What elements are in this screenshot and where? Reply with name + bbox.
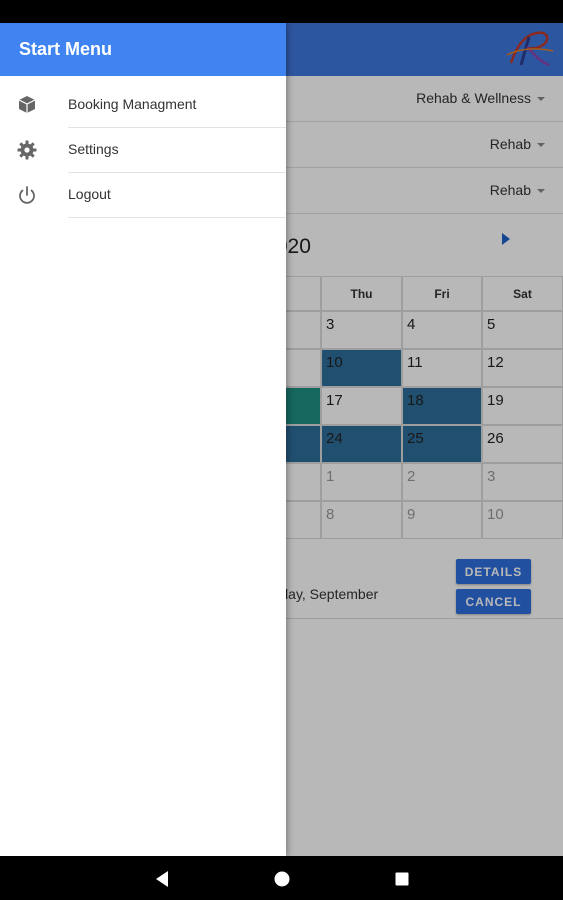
recent-square-icon — [395, 872, 409, 886]
drawer-title: Start Menu — [19, 39, 113, 59]
back-button[interactable] — [151, 868, 173, 890]
menu-item-label: Logout — [68, 186, 111, 202]
cube-icon — [18, 96, 36, 113]
power-icon — [19, 186, 35, 204]
system-navigation-bar — [0, 856, 563, 900]
menu-item-label: Booking Managment — [68, 96, 197, 112]
menu-item-settings[interactable]: Settings — [0, 128, 286, 173]
status-bar — [0, 0, 563, 23]
drawer-header: Start Menu — [0, 23, 286, 76]
menu-item-label: Settings — [68, 141, 119, 157]
home-circle-icon — [274, 871, 290, 887]
menu-item-booking-managment[interactable]: Booking Managment — [0, 83, 286, 128]
menu-item-logout[interactable]: Logout — [0, 173, 286, 218]
home-button[interactable] — [271, 868, 293, 890]
navigation-drawer: Start Menu Booking Managment Settings Lo… — [0, 23, 286, 856]
back-triangle-icon — [156, 871, 168, 887]
divider — [68, 217, 286, 218]
recent-apps-button[interactable] — [391, 868, 413, 890]
gear-icon — [17, 140, 37, 160]
app-screen: Rehab & Wellness Rehab Rehab ber 2020 d … — [0, 23, 563, 856]
